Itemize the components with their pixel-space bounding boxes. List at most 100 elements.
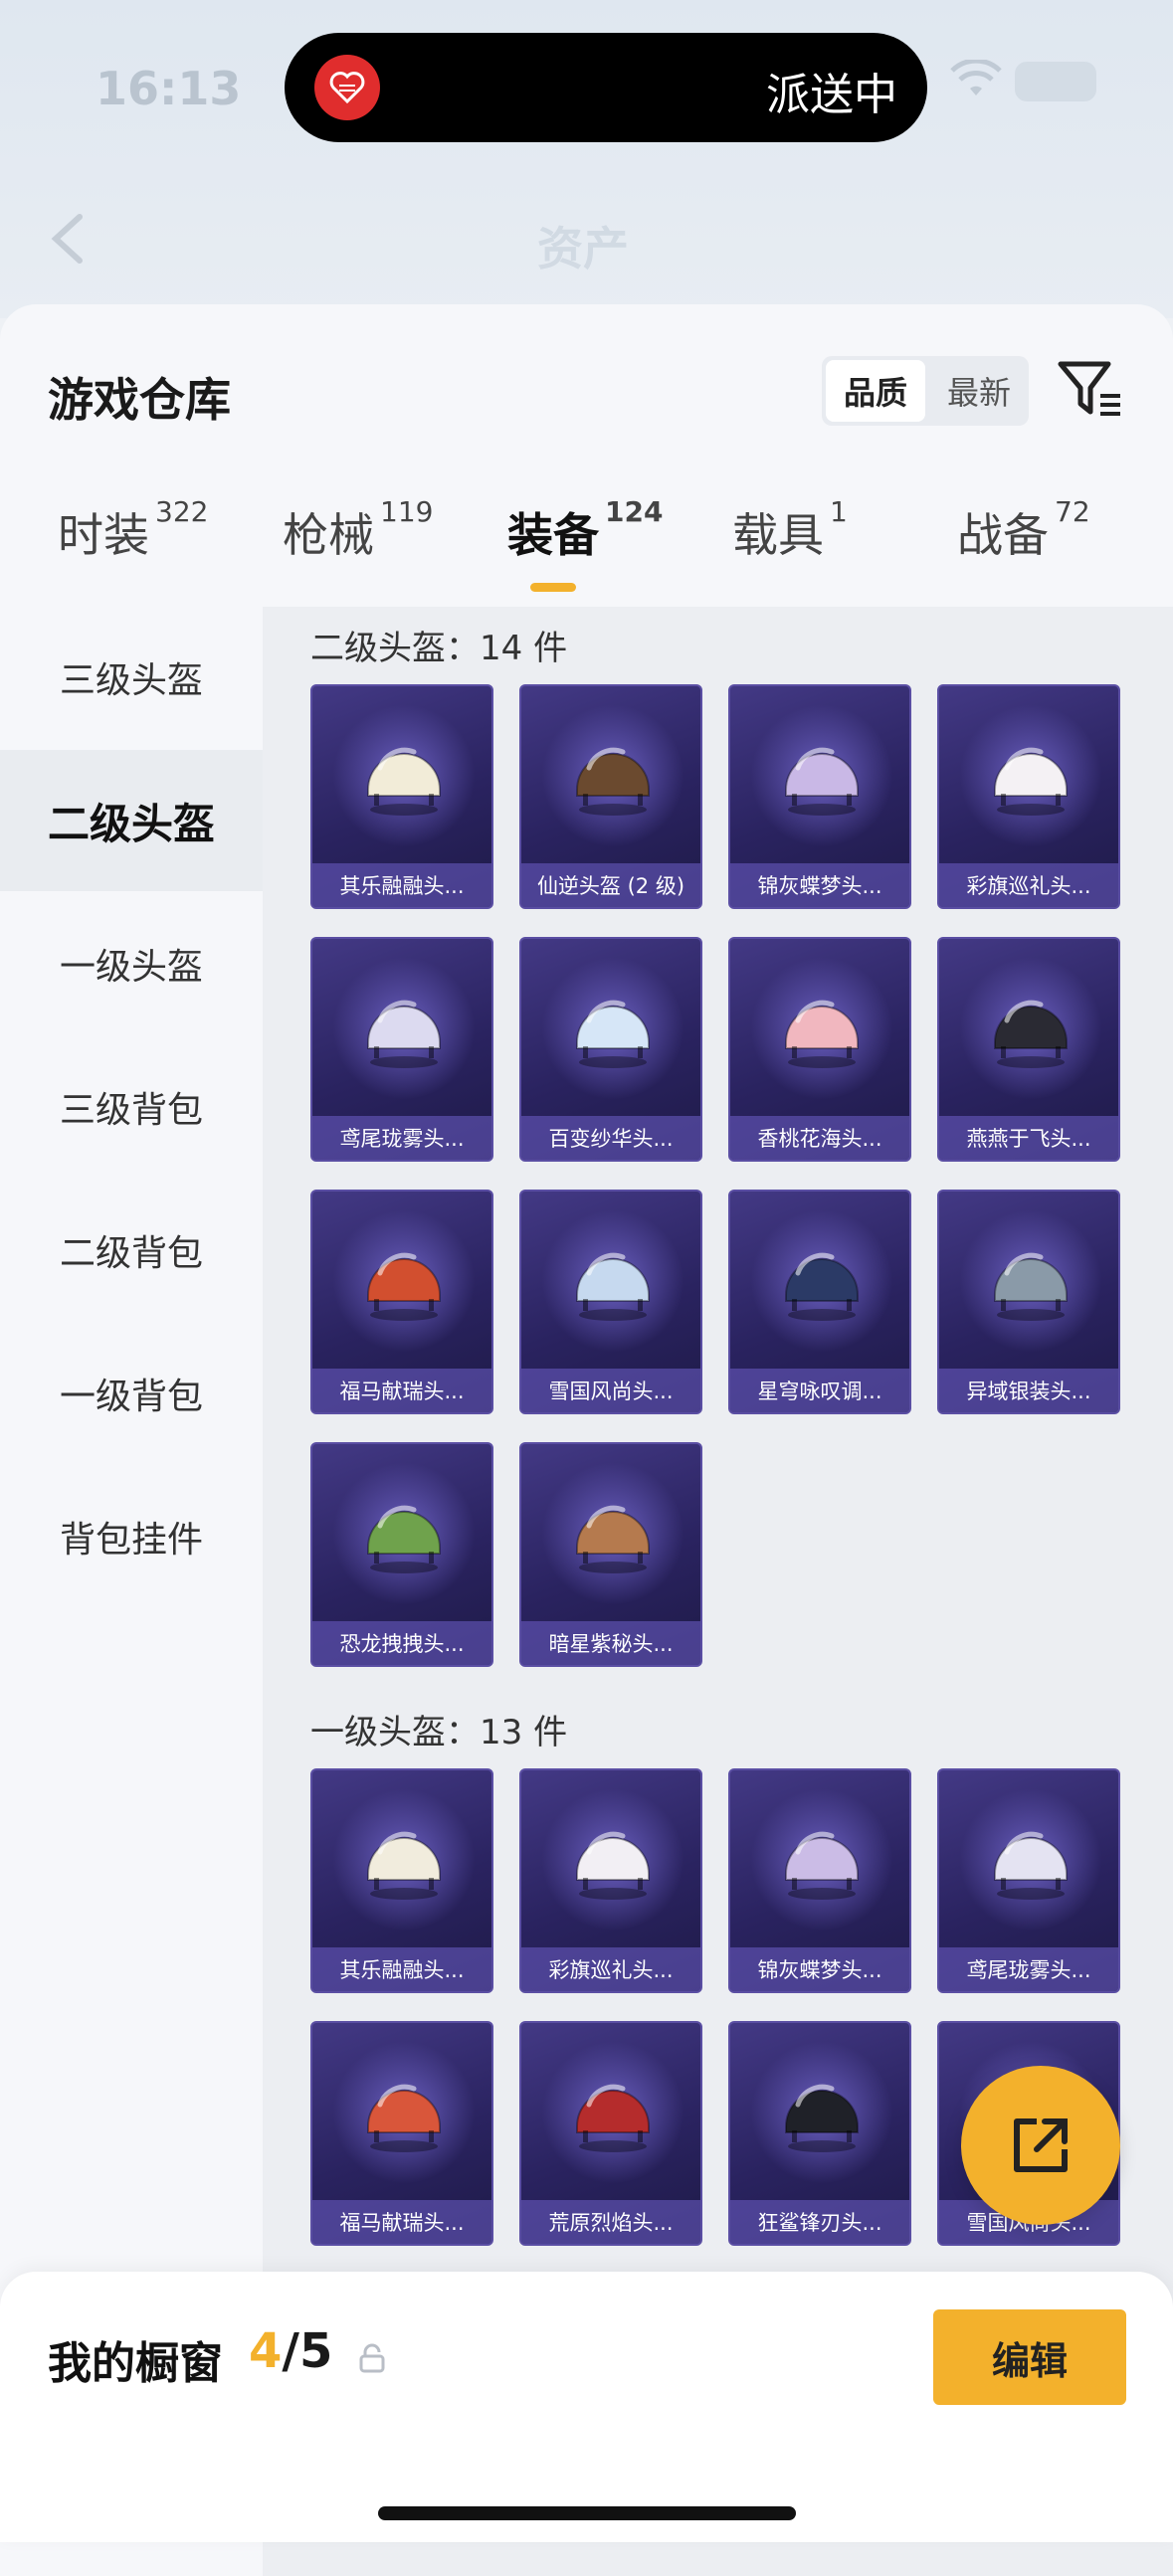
item-name: 鸢尾珑雾头... bbox=[939, 1947, 1118, 1991]
helmet-icon bbox=[994, 1000, 1068, 1068]
helmet-icon bbox=[367, 1505, 441, 1573]
helmet-icon bbox=[367, 1252, 441, 1321]
section-title: 二级头盔：14 件 bbox=[310, 629, 568, 668]
item-card[interactable]: 锦灰蝶梦头... bbox=[728, 684, 911, 909]
item-card[interactable]: 荒原烈焰头... bbox=[519, 2021, 702, 2246]
helmet-icon bbox=[367, 1000, 441, 1068]
item-name: 异域银装头... bbox=[939, 1369, 1118, 1412]
showcase-bar: 我的橱窗 4/5 编辑 bbox=[0, 2272, 1173, 2542]
helmet-icon bbox=[367, 2084, 441, 2152]
helmet-icon bbox=[576, 1000, 650, 1068]
dynamic-island[interactable]: 派送中 bbox=[285, 33, 927, 142]
helmet-icon bbox=[367, 747, 441, 816]
item-card[interactable]: 狂鲨锋刃头... bbox=[728, 2021, 911, 2246]
item-name: 恐龙拽拽头... bbox=[312, 1621, 491, 1665]
helmet-icon bbox=[785, 1831, 859, 1900]
sidebar-item-level1-helmet[interactable]: 一级头盔 bbox=[0, 893, 263, 1034]
sidebar-item-level2-backpack[interactable]: 二级背包 bbox=[0, 1180, 263, 1321]
back-arrow-icon[interactable] bbox=[40, 209, 99, 269]
tab-equipment[interactable]: 装备 124 bbox=[507, 495, 663, 565]
helmet-icon bbox=[994, 747, 1068, 816]
item-name: 彩旗巡礼头... bbox=[521, 1947, 700, 1991]
section-title: 一级头盔：13 件 bbox=[310, 1713, 568, 1752]
helmet-icon bbox=[367, 1831, 441, 1900]
item-name: 荒原烈焰头... bbox=[521, 2200, 700, 2244]
helmet-icon bbox=[994, 1252, 1068, 1321]
item-card[interactable]: 星穹咏叹调... bbox=[728, 1190, 911, 1414]
item-card[interactable]: 其乐融融头... bbox=[310, 684, 493, 909]
delivery-status: 派送中 bbox=[766, 70, 897, 120]
helmet-icon bbox=[576, 1505, 650, 1573]
item-name: 其乐融融头... bbox=[312, 1947, 491, 1991]
item-card[interactable]: 鸢尾珑雾头... bbox=[937, 1768, 1120, 1993]
sort-quality-button[interactable]: 品质 bbox=[826, 360, 925, 422]
share-icon bbox=[1014, 2118, 1068, 2172]
sidebar-item-level3-backpack[interactable]: 三级背包 bbox=[0, 1036, 263, 1178]
helmet-icon bbox=[576, 1252, 650, 1321]
item-name: 暗星紫秘头... bbox=[521, 1621, 700, 1665]
item-name: 锦灰蝶梦头... bbox=[730, 863, 909, 907]
showcase-label: 我的橱窗 bbox=[48, 2338, 223, 2389]
item-card[interactable]: 异域银装头... bbox=[937, 1190, 1120, 1414]
helmet-icon bbox=[785, 1000, 859, 1068]
item-card[interactable]: 恐龙拽拽头... bbox=[310, 1442, 493, 1667]
item-card[interactable]: 香桃花海头... bbox=[728, 937, 911, 1162]
tab-vehicles[interactable]: 载具 1 bbox=[732, 495, 848, 565]
item-name: 福马献瑞头... bbox=[312, 1369, 491, 1412]
sidebar-item-level2-helmet[interactable]: 二级头盔 bbox=[0, 750, 263, 891]
lock-icon bbox=[359, 2343, 385, 2373]
helmet-icon bbox=[576, 2084, 650, 2152]
item-name: 福马献瑞头... bbox=[312, 2200, 491, 2244]
showcase-count: 4/5 bbox=[249, 2323, 333, 2379]
item-card[interactable]: 燕燕于飞头... bbox=[937, 937, 1120, 1162]
tab-fashion[interactable]: 时装 322 bbox=[58, 495, 208, 565]
item-name: 香桃花海头... bbox=[730, 1116, 909, 1160]
item-name: 鸢尾珑雾头... bbox=[312, 1116, 491, 1160]
helmet-icon bbox=[785, 747, 859, 816]
app-logo-icon bbox=[314, 55, 380, 120]
item-card[interactable]: 彩旗巡礼头... bbox=[519, 1768, 702, 1993]
helmet-icon bbox=[576, 1831, 650, 1900]
sidebar-item-level1-backpack[interactable]: 一级背包 bbox=[0, 1323, 263, 1464]
item-card[interactable]: 百变纱华头... bbox=[519, 937, 702, 1162]
helmet-icon bbox=[785, 2084, 859, 2152]
item-name: 雪国风尚头... bbox=[521, 1369, 700, 1412]
helmet-icon bbox=[576, 747, 650, 816]
item-card[interactable]: 雪国风尚头... bbox=[519, 1190, 702, 1414]
active-tab-indicator bbox=[530, 583, 576, 592]
category-tabs: 时装 322 枪械 119 装备 124 载具 1 战备 72 bbox=[0, 495, 1173, 609]
item-card[interactable]: 福马献瑞头... bbox=[310, 1190, 493, 1414]
page-title: 资产 bbox=[537, 222, 629, 276]
item-name: 星穹咏叹调... bbox=[730, 1369, 909, 1412]
battery-icon bbox=[1015, 62, 1096, 101]
item-name: 狂鲨锋刃头... bbox=[730, 2200, 909, 2244]
sort-newest-button[interactable]: 最新 bbox=[929, 356, 1029, 426]
status-time: 16:13 bbox=[96, 62, 242, 115]
tab-supplies[interactable]: 战备 72 bbox=[957, 495, 1090, 565]
edit-button[interactable]: 编辑 bbox=[933, 2309, 1126, 2405]
item-name: 彩旗巡礼头... bbox=[939, 863, 1118, 907]
item-card[interactable]: 其乐融融头... bbox=[310, 1768, 493, 1993]
item-name: 燕燕于飞头... bbox=[939, 1116, 1118, 1160]
item-card[interactable]: 锦灰蝶梦头... bbox=[728, 1768, 911, 1993]
item-name: 锦灰蝶梦头... bbox=[730, 1947, 909, 1991]
item-card[interactable]: 彩旗巡礼头... bbox=[937, 684, 1120, 909]
sort-toggle: 品质 最新 bbox=[822, 356, 1029, 426]
helmet-icon bbox=[994, 1831, 1068, 1900]
item-name: 仙逆头盔 (2 级) bbox=[521, 863, 700, 907]
sidebar-item-level3-helmet[interactable]: 三级头盔 bbox=[0, 607, 263, 748]
item-card[interactable]: 仙逆头盔 (2 级) bbox=[519, 684, 702, 909]
helmet-icon bbox=[785, 1252, 859, 1321]
item-name: 其乐融融头... bbox=[312, 863, 491, 907]
panel-title: 游戏仓库 bbox=[48, 373, 231, 427]
tab-weapons[interactable]: 枪械 119 bbox=[283, 495, 433, 565]
wifi-icon bbox=[950, 60, 1002, 95]
share-button[interactable] bbox=[961, 2066, 1120, 2225]
item-card[interactable]: 福马献瑞头... bbox=[310, 2021, 493, 2246]
sidebar-item-backpack-charm[interactable]: 背包挂件 bbox=[0, 1466, 263, 1607]
item-name: 百变纱华头... bbox=[521, 1116, 700, 1160]
home-indicator bbox=[378, 2506, 796, 2520]
item-card[interactable]: 暗星紫秘头... bbox=[519, 1442, 702, 1667]
filter-icon[interactable] bbox=[1057, 358, 1124, 422]
item-card[interactable]: 鸢尾珑雾头... bbox=[310, 937, 493, 1162]
